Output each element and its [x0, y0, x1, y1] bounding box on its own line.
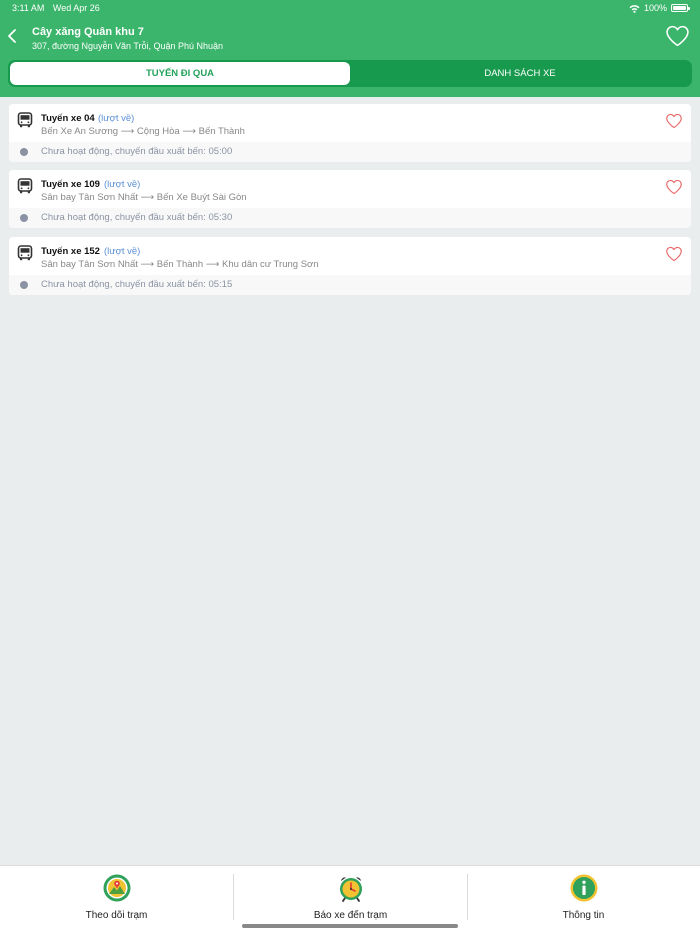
home-indicator[interactable] [242, 924, 458, 928]
map-pin-icon [103, 874, 131, 902]
tab-label: Báo xe đến trạm [313, 910, 388, 921]
route-status-row: Chưa hoạt động, chuyến đầu xuất bến: 05:… [9, 275, 691, 295]
wifi-icon [629, 4, 640, 13]
stop-address: 307, đường Nguyễn Văn Trỗi, Quận Phú Nhu… [32, 41, 224, 51]
segmented-control: Tuyến đi qua Danh sách xe [8, 60, 692, 87]
route-direction: (lượt về) [104, 246, 141, 257]
info-icon [570, 874, 598, 902]
route-name: Tuyến xe 04 [41, 113, 95, 124]
tab-theo-doi-tram[interactable]: Theo dõi trạm [0, 866, 233, 926]
route-path: Bến Xe An Sương ⟶ Cộng Hòa ⟶ Bến Thành [41, 126, 245, 137]
heart-outline-icon[interactable] [665, 24, 690, 48]
battery-icon [671, 4, 690, 12]
route-card-header: Tuyến xe 109 (lượt về) Sân bay Tân Sơn N… [9, 170, 691, 208]
chevron-left-icon[interactable] [6, 28, 20, 44]
route-status: Chưa hoạt động, chuyến đầu xuất bến: 05:… [41, 146, 233, 157]
route-direction: (lượt về) [104, 179, 141, 190]
status-dot-icon [20, 214, 28, 222]
status-indicators: 100% [629, 3, 690, 13]
tab-label: Thông tin [562, 910, 605, 921]
bus-icon [17, 112, 33, 128]
tab-label: Theo dõi trạm [85, 910, 148, 921]
status-dot-icon [20, 148, 28, 156]
status-time: 3:11 AM [12, 3, 45, 13]
tab-bao-xe-den-tram[interactable]: Báo xe đến trạm [234, 866, 467, 926]
route-path: Sân bay Tân Sơn Nhất ⟶ Bến Xe Buýt Sài G… [41, 192, 247, 203]
status-dot-icon [20, 281, 28, 289]
tab-danh-sach-xe[interactable]: Danh sách xe [350, 62, 690, 85]
route-card[interactable]: Tuyến xe 04 (lượt về) Bến Xe An Sương ⟶ … [9, 104, 691, 162]
route-status-row: Chưa hoạt động, chuyến đầu xuất bến: 05:… [9, 142, 691, 162]
tab-tuyen-di-qua[interactable]: Tuyến đi qua [10, 62, 350, 85]
alarm-clock-icon [340, 877, 362, 902]
battery-percent: 100% [643, 3, 667, 13]
route-status: Chưa hoạt động, chuyến đầu xuất bến: 05:… [41, 212, 233, 223]
route-path: Sân bay Tân Sơn Nhất ⟶ Bến Thành ⟶ Khu d… [41, 259, 319, 270]
bus-icon [17, 245, 33, 261]
route-card[interactable]: Tuyến xe 109 (lượt về) Sân bay Tân Sơn N… [9, 170, 691, 228]
route-direction: (lượt về) [98, 113, 135, 124]
stop-name: Cây xăng Quân khu 7 [32, 26, 144, 38]
route-status: Chưa hoạt động, chuyến đầu xuất bến: 05:… [41, 279, 233, 290]
heart-outline-icon[interactable] [665, 179, 683, 195]
route-card-header: Tuyến xe 04 (lượt về) Bến Xe An Sương ⟶ … [9, 104, 691, 142]
tab-thong-tin[interactable]: Thông tin [467, 866, 700, 926]
route-name: Tuyến xe 109 [41, 179, 100, 190]
heart-outline-icon[interactable] [665, 113, 683, 129]
bus-icon [17, 178, 33, 194]
app-header: 3:11 AM Wed Apr 26 100% Cây xăng Quân kh… [0, 0, 700, 97]
route-name: Tuyến xe 152 [41, 246, 100, 257]
route-status-row: Chưa hoạt động, chuyến đầu xuất bến: 05:… [9, 208, 691, 228]
status-date: Wed Apr 26 [52, 3, 100, 13]
route-card[interactable]: Tuyến xe 152 (lượt về) Sân bay Tân Sơn N… [9, 237, 691, 295]
route-card-header: Tuyến xe 152 (lượt về) Sân bay Tân Sơn N… [9, 237, 691, 275]
status-bar: 3:11 AM Wed Apr 26 100% [0, 0, 700, 18]
heart-outline-icon[interactable] [665, 246, 683, 262]
status-time-date: 3:11 AM Wed Apr 26 [12, 3, 100, 13]
